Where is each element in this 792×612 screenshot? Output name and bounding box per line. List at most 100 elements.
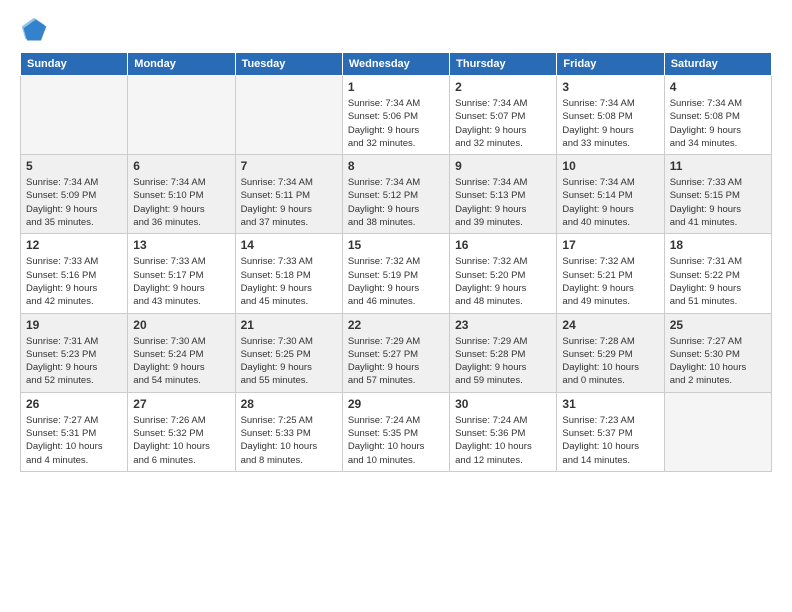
calendar-cell: 4 Sunrise: 7:34 AMSunset: 5:08 PMDaylight… bbox=[664, 76, 771, 155]
calendar-cell: 25 Sunrise: 7:27 AMSunset: 5:30 PMDayligh… bbox=[664, 313, 771, 392]
day-number: 22 bbox=[348, 318, 444, 332]
calendar-cell: 8 Sunrise: 7:34 AMSunset: 5:12 PMDaylight… bbox=[342, 155, 449, 234]
calendar-cell: 12 Sunrise: 7:33 AMSunset: 5:16 PMDayligh… bbox=[21, 234, 128, 313]
weekday-header-monday: Monday bbox=[128, 53, 235, 76]
week-row-2: 5Sunrise: 7:34 AMSunset: 5:09 PMDaylight… bbox=[21, 155, 772, 234]
day-info: Sunrise: 7:34 AMSunset: 5:08 PMDaylight:… bbox=[562, 97, 658, 150]
calendar-cell: 2 Sunrise: 7:34 AMSunset: 5:07 PMDaylight… bbox=[450, 76, 557, 155]
logo-icon bbox=[20, 16, 48, 44]
day-info: Sunrise: 7:34 AMSunset: 5:10 PMDaylight:… bbox=[133, 176, 229, 229]
day-info: Sunrise: 7:34 AMSunset: 5:06 PMDaylight:… bbox=[348, 97, 444, 150]
calendar-cell: 11 Sunrise: 7:33 AMSunset: 5:15 PMDayligh… bbox=[664, 155, 771, 234]
day-number: 4 bbox=[670, 80, 766, 94]
day-info: Sunrise: 7:32 AMSunset: 5:20 PMDaylight:… bbox=[455, 255, 551, 308]
calendar-cell: 1 Sunrise: 7:34 AMSunset: 5:06 PMDaylight… bbox=[342, 76, 449, 155]
header bbox=[20, 16, 772, 44]
calendar-cell: 6 Sunrise: 7:34 AMSunset: 5:10 PMDaylight… bbox=[128, 155, 235, 234]
day-info: Sunrise: 7:34 AMSunset: 5:09 PMDaylight:… bbox=[26, 176, 122, 229]
day-info: Sunrise: 7:31 AMSunset: 5:23 PMDaylight:… bbox=[26, 335, 122, 388]
day-info: Sunrise: 7:34 AMSunset: 5:11 PMDaylight:… bbox=[241, 176, 337, 229]
day-number: 20 bbox=[133, 318, 229, 332]
calendar-cell: 5Sunrise: 7:34 AMSunset: 5:09 PMDaylight… bbox=[21, 155, 128, 234]
day-info: Sunrise: 7:30 AMSunset: 5:24 PMDaylight:… bbox=[133, 335, 229, 388]
day-number: 7 bbox=[241, 159, 337, 173]
calendar: SundayMondayTuesdayWednesdayThursdayFrid… bbox=[20, 52, 772, 472]
day-info: Sunrise: 7:33 AMSunset: 5:18 PMDaylight:… bbox=[241, 255, 337, 308]
calendar-cell: 18 Sunrise: 7:31 AMSunset: 5:22 PMDayligh… bbox=[664, 234, 771, 313]
day-number: 12 bbox=[26, 238, 122, 252]
weekday-header-row: SundayMondayTuesdayWednesdayThursdayFrid… bbox=[21, 53, 772, 76]
day-number: 6 bbox=[133, 159, 229, 173]
calendar-cell: 19 Sunrise: 7:31 AMSunset: 5:23 PMDayligh… bbox=[21, 313, 128, 392]
calendar-cell: 3 Sunrise: 7:34 AMSunset: 5:08 PMDaylight… bbox=[557, 76, 664, 155]
day-info: Sunrise: 7:23 AMSunset: 5:37 PMDaylight:… bbox=[562, 414, 658, 467]
weekday-header-sunday: Sunday bbox=[21, 53, 128, 76]
day-number: 2 bbox=[455, 80, 551, 94]
day-info: Sunrise: 7:34 AMSunset: 5:13 PMDaylight:… bbox=[455, 176, 551, 229]
day-info: Sunrise: 7:27 AMSunset: 5:31 PMDaylight:… bbox=[26, 414, 122, 467]
calendar-cell: 7 Sunrise: 7:34 AMSunset: 5:11 PMDaylight… bbox=[235, 155, 342, 234]
day-info: Sunrise: 7:34 AMSunset: 5:14 PMDaylight:… bbox=[562, 176, 658, 229]
week-row-5: 26 Sunrise: 7:27 AMSunset: 5:31 PMDayligh… bbox=[21, 392, 772, 471]
calendar-cell: 31 Sunrise: 7:23 AMSunset: 5:37 PMDayligh… bbox=[557, 392, 664, 471]
calendar-cell: 21Sunrise: 7:30 AMSunset: 5:25 PMDayligh… bbox=[235, 313, 342, 392]
day-info: Sunrise: 7:24 AMSunset: 5:35 PMDaylight:… bbox=[348, 414, 444, 467]
day-info: Sunrise: 7:27 AMSunset: 5:30 PMDaylight:… bbox=[670, 335, 766, 388]
page: SundayMondayTuesdayWednesdayThursdayFrid… bbox=[0, 0, 792, 612]
calendar-cell: 20 Sunrise: 7:30 AMSunset: 5:24 PMDayligh… bbox=[128, 313, 235, 392]
calendar-cell bbox=[235, 76, 342, 155]
day-number: 24 bbox=[562, 318, 658, 332]
day-number: 26 bbox=[26, 397, 122, 411]
day-number: 10 bbox=[562, 159, 658, 173]
day-number: 15 bbox=[348, 238, 444, 252]
day-number: 9 bbox=[455, 159, 551, 173]
day-info: Sunrise: 7:26 AMSunset: 5:32 PMDaylight:… bbox=[133, 414, 229, 467]
calendar-cell: 28Sunrise: 7:25 AMSunset: 5:33 PMDayligh… bbox=[235, 392, 342, 471]
weekday-header-wednesday: Wednesday bbox=[342, 53, 449, 76]
weekday-header-friday: Friday bbox=[557, 53, 664, 76]
day-number: 29 bbox=[348, 397, 444, 411]
weekday-header-tuesday: Tuesday bbox=[235, 53, 342, 76]
day-number: 19 bbox=[26, 318, 122, 332]
day-number: 18 bbox=[670, 238, 766, 252]
week-row-3: 12 Sunrise: 7:33 AMSunset: 5:16 PMDayligh… bbox=[21, 234, 772, 313]
calendar-cell: 16Sunrise: 7:32 AMSunset: 5:20 PMDayligh… bbox=[450, 234, 557, 313]
week-row-4: 19 Sunrise: 7:31 AMSunset: 5:23 PMDayligh… bbox=[21, 313, 772, 392]
day-info: Sunrise: 7:31 AMSunset: 5:22 PMDaylight:… bbox=[670, 255, 766, 308]
calendar-cell bbox=[21, 76, 128, 155]
calendar-cell: 15 Sunrise: 7:32 AMSunset: 5:19 PMDayligh… bbox=[342, 234, 449, 313]
day-number: 28 bbox=[241, 397, 337, 411]
calendar-cell: 24Sunrise: 7:28 AMSunset: 5:29 PMDayligh… bbox=[557, 313, 664, 392]
day-info: Sunrise: 7:29 AMSunset: 5:28 PMDaylight:… bbox=[455, 335, 551, 388]
calendar-cell: 27Sunrise: 7:26 AMSunset: 5:32 PMDayligh… bbox=[128, 392, 235, 471]
day-info: Sunrise: 7:32 AMSunset: 5:21 PMDaylight:… bbox=[562, 255, 658, 308]
day-number: 13 bbox=[133, 238, 229, 252]
day-number: 11 bbox=[670, 159, 766, 173]
day-number: 1 bbox=[348, 80, 444, 94]
day-info: Sunrise: 7:34 AMSunset: 5:07 PMDaylight:… bbox=[455, 97, 551, 150]
calendar-cell: 9 Sunrise: 7:34 AMSunset: 5:13 PMDaylight… bbox=[450, 155, 557, 234]
calendar-cell: 30Sunrise: 7:24 AMSunset: 5:36 PMDayligh… bbox=[450, 392, 557, 471]
day-info: Sunrise: 7:33 AMSunset: 5:16 PMDaylight:… bbox=[26, 255, 122, 308]
day-info: Sunrise: 7:29 AMSunset: 5:27 PMDaylight:… bbox=[348, 335, 444, 388]
calendar-cell bbox=[664, 392, 771, 471]
calendar-cell: 10 Sunrise: 7:34 AMSunset: 5:14 PMDayligh… bbox=[557, 155, 664, 234]
day-number: 23 bbox=[455, 318, 551, 332]
day-number: 3 bbox=[562, 80, 658, 94]
logo bbox=[20, 16, 52, 44]
calendar-cell: 13Sunrise: 7:33 AMSunset: 5:17 PMDayligh… bbox=[128, 234, 235, 313]
day-number: 25 bbox=[670, 318, 766, 332]
day-number: 8 bbox=[348, 159, 444, 173]
day-info: Sunrise: 7:34 AMSunset: 5:12 PMDaylight:… bbox=[348, 176, 444, 229]
calendar-cell: 23 Sunrise: 7:29 AMSunset: 5:28 PMDayligh… bbox=[450, 313, 557, 392]
day-info: Sunrise: 7:34 AMSunset: 5:08 PMDaylight:… bbox=[670, 97, 766, 150]
weekday-header-saturday: Saturday bbox=[664, 53, 771, 76]
calendar-cell: 29 Sunrise: 7:24 AMSunset: 5:35 PMDayligh… bbox=[342, 392, 449, 471]
day-number: 17 bbox=[562, 238, 658, 252]
day-info: Sunrise: 7:24 AMSunset: 5:36 PMDaylight:… bbox=[455, 414, 551, 467]
day-number: 31 bbox=[562, 397, 658, 411]
day-info: Sunrise: 7:32 AMSunset: 5:19 PMDaylight:… bbox=[348, 255, 444, 308]
day-info: Sunrise: 7:33 AMSunset: 5:15 PMDaylight:… bbox=[670, 176, 766, 229]
calendar-cell: 22 Sunrise: 7:29 AMSunset: 5:27 PMDayligh… bbox=[342, 313, 449, 392]
day-info: Sunrise: 7:30 AMSunset: 5:25 PMDaylight:… bbox=[241, 335, 337, 388]
